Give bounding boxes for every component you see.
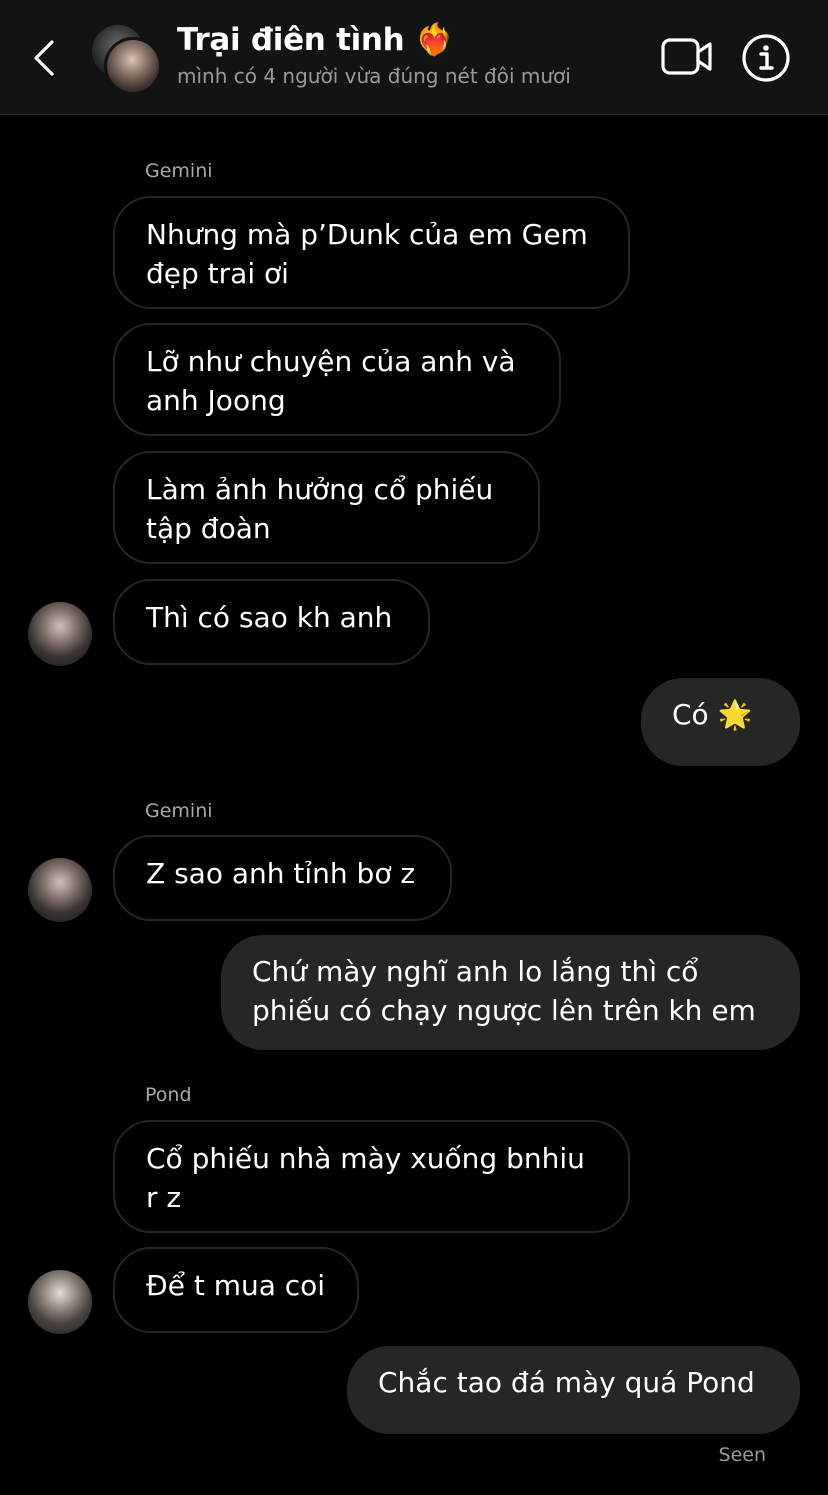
group-avatar-front: [104, 37, 162, 95]
sender-name: Gemini: [145, 160, 213, 182]
message-bubble-incoming[interactable]: Cổ phiếu nhà mày xuống bnhiu r z: [113, 1120, 630, 1233]
video-call-button[interactable]: [660, 36, 714, 78]
message-line: Thì có sao kh anh: [146, 601, 393, 634]
message-line: Làm ảnh hưởng cổ phiếu: [146, 473, 494, 506]
sender-name: Pond: [145, 1084, 192, 1106]
chat-header: Trại điên tình ❤️‍🔥 mình có 4 người vừa …: [0, 0, 828, 115]
message-bubble-outgoing[interactable]: Có 🌟: [641, 678, 800, 766]
chat-title[interactable]: Trại điên tình ❤️‍🔥: [177, 21, 454, 58]
message-line: Z sao anh tỉnh bơ z: [146, 857, 416, 890]
message-line: anh Joong: [146, 384, 286, 417]
info-icon: [742, 34, 790, 82]
message-line: Nhưng mà p’Dunk của em Gem: [146, 218, 588, 251]
message-line: Lỡ như chuyện của anh và: [146, 345, 516, 378]
back-button[interactable]: [22, 30, 70, 86]
chevron-left-icon: [34, 40, 54, 76]
message-line: Cổ phiếu nhà mày xuống bnhiu: [146, 1142, 585, 1175]
message-bubble-incoming[interactable]: Làm ảnh hưởng cổ phiếu tập đoàn: [113, 451, 540, 564]
seen-status: Seen: [718, 1444, 766, 1466]
avatar[interactable]: [28, 858, 92, 922]
avatar[interactable]: [28, 602, 92, 666]
message-line: Chắc tao đá mày quá Pond: [378, 1366, 755, 1399]
message-bubble-incoming[interactable]: Lỡ như chuyện của anh và anh Joong: [113, 323, 561, 436]
message-bubble-incoming[interactable]: Thì có sao kh anh: [113, 579, 430, 665]
message-bubble-incoming[interactable]: Z sao anh tỉnh bơ z: [113, 835, 452, 921]
message-bubble-outgoing[interactable]: Chứ mày nghĩ anh lo lắng thì cổ phiếu có…: [221, 935, 800, 1050]
avatar[interactable]: [28, 1270, 92, 1334]
video-camera-icon: [661, 38, 712, 75]
message-line: Để t mua coi: [146, 1269, 326, 1302]
group-avatar[interactable]: [90, 23, 162, 95]
chat-subtitle[interactable]: mình có 4 người vừa đúng nét đôi mươi: [177, 64, 571, 88]
message-line: tập đoàn: [146, 512, 271, 545]
message-bubble-outgoing[interactable]: Chắc tao đá mày quá Pond: [347, 1346, 800, 1434]
message-line: đẹp trai ơi: [146, 257, 289, 290]
info-button[interactable]: [740, 32, 792, 84]
message-line: phiếu có chạy ngược lên trên kh em: [252, 994, 756, 1027]
message-line: r z: [146, 1181, 182, 1214]
message-bubble-incoming[interactable]: Để t mua coi: [113, 1247, 359, 1333]
sender-name: Gemini: [145, 800, 213, 822]
message-line: Có 🌟: [672, 698, 753, 731]
message-bubble-incoming[interactable]: Nhưng mà p’Dunk của em Gem đẹp trai ơi: [113, 196, 630, 309]
message-line: Chứ mày nghĩ anh lo lắng thì cổ: [252, 955, 699, 988]
